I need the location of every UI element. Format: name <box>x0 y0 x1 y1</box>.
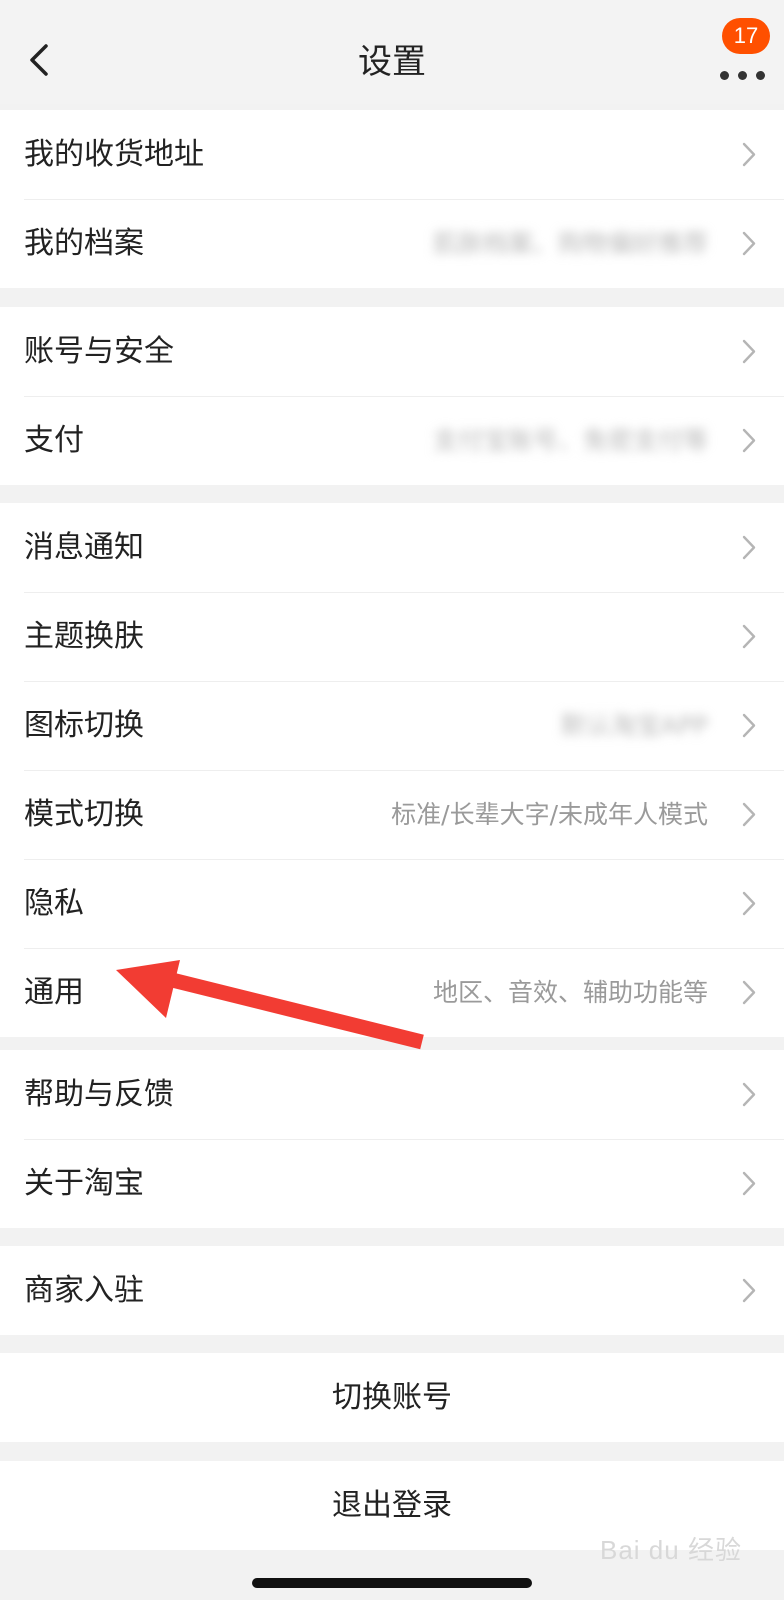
row-label: 主题换肤 <box>24 619 144 654</box>
settings-row-account-security[interactable]: 账号与安全 <box>0 307 784 396</box>
row-label: 我的档案 <box>24 226 144 261</box>
settings-group-address: 我的收货地址 我的档案 肌肤档案、购物偏好推荐 <box>0 110 784 288</box>
row-label: 消息通知 <box>24 530 144 565</box>
chevron-right-icon <box>742 624 756 649</box>
row-label: 关于淘宝 <box>24 1166 144 1201</box>
row-label: 模式切换 <box>24 797 144 832</box>
chevron-right-icon <box>742 802 756 827</box>
settings-row-icon-switch[interactable]: 图标切换 默认淘宝APP <box>0 681 784 770</box>
settings-group-preferences: 消息通知主题换肤图标切换 默认淘宝APP 模式切换 标准/长辈大字/未成年人模式隐私通… <box>0 503 784 1037</box>
watermark: Bai du 经验 <box>600 1535 742 1565</box>
row-label: 通用 <box>24 975 84 1010</box>
row-value: 标准/长辈大字/未成年人模式 <box>391 800 708 829</box>
settings-row-notifications[interactable]: 消息通知 <box>0 503 784 592</box>
settings-row-privacy[interactable]: 隐私 <box>0 859 784 948</box>
row-label: 图标切换 <box>24 708 144 743</box>
settings-row-mode-switch[interactable]: 模式切换 标准/长辈大字/未成年人模式 <box>0 770 784 859</box>
chevron-right-icon <box>742 713 756 738</box>
settings-group-merchant: 商家入驻 <box>0 1246 784 1335</box>
chevron-right-icon <box>742 1278 756 1303</box>
row-value: 地区、音效、辅助功能等 <box>432 978 708 1007</box>
chevron-right-icon <box>742 535 756 560</box>
settings-group-account: 账号与安全支付 支付宝账号、免密支付等 <box>0 307 784 485</box>
chevron-right-icon <box>742 339 756 364</box>
chevron-right-icon <box>742 231 756 256</box>
settings-row-theme[interactable]: 主题换肤 <box>0 592 784 681</box>
settings-row-merchant[interactable]: 商家入驻 <box>0 1246 784 1335</box>
settings-row-profile[interactable]: 我的档案 肌肤档案、购物偏好推荐 <box>0 199 784 288</box>
row-label: 商家入驻 <box>24 1273 144 1308</box>
notification-badge: 17 <box>722 18 770 54</box>
page-title: 设置 <box>358 42 426 82</box>
nav-bar: 设置 17 <box>0 0 784 104</box>
row-label: 我的收货地址 <box>24 137 204 172</box>
chevron-right-icon <box>742 980 756 1005</box>
settings-row-about[interactable]: 关于淘宝 <box>0 1139 784 1228</box>
settings-row-payment[interactable]: 支付 支付宝账号、免密支付等 <box>0 396 784 485</box>
chevron-right-icon <box>742 1171 756 1196</box>
row-value: 肌肤档案、购物偏好推荐 <box>432 229 708 258</box>
row-label: 帮助与反馈 <box>24 1077 174 1112</box>
settings-group-help: 帮助与反馈 关于淘宝 <box>0 1050 784 1228</box>
settings-row-help-feedback[interactable]: 帮助与反馈 <box>0 1050 784 1139</box>
more-dots-icon <box>720 68 766 82</box>
switch-account-button[interactable]: 切换账号 <box>0 1353 784 1442</box>
chevron-right-icon <box>742 891 756 916</box>
chevron-right-icon <box>742 1082 756 1107</box>
row-label: 支付 <box>24 423 84 458</box>
home-indicator <box>252 1578 532 1588</box>
row-label: 账号与安全 <box>24 334 174 369</box>
row-value: 支付宝账号、免密支付等 <box>432 426 708 455</box>
chevron-right-icon <box>742 142 756 167</box>
row-value: 默认淘宝APP <box>560 711 708 740</box>
chevron-right-icon <box>742 428 756 453</box>
row-label: 隐私 <box>24 886 84 921</box>
more-button[interactable]: 17 <box>712 18 774 84</box>
settings-row-general[interactable]: 通用 地区、音效、辅助功能等 <box>0 948 784 1037</box>
settings-row-address[interactable]: 我的收货地址 <box>0 110 784 199</box>
